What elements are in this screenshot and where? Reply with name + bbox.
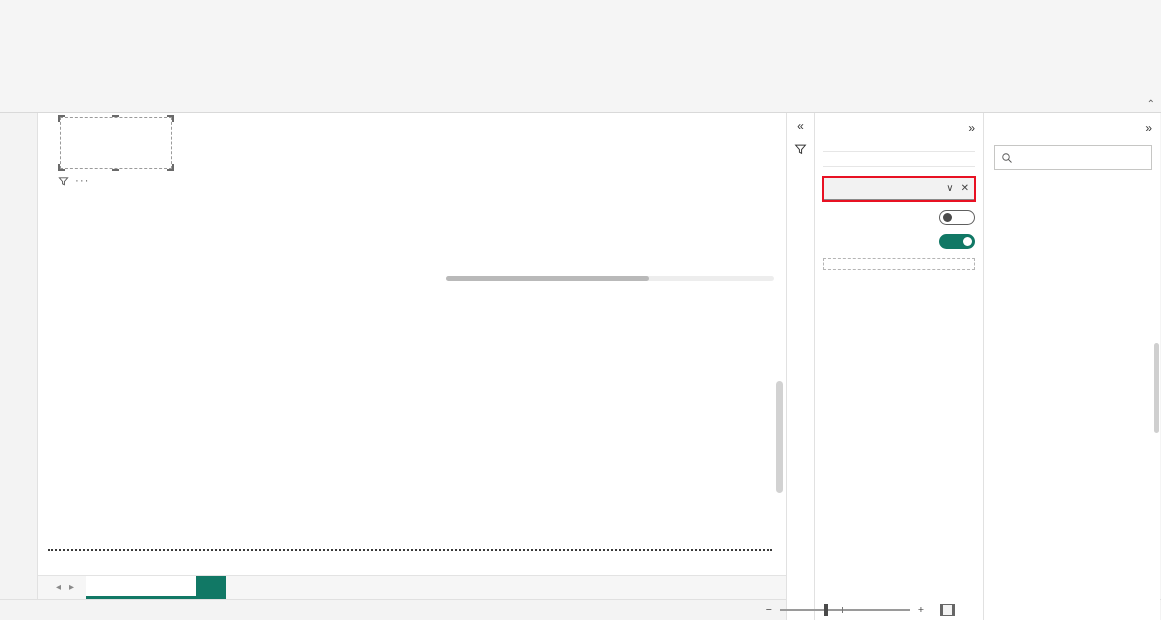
ribbon: ⌃ (0, 26, 1161, 113)
fit-to-page-icon[interactable] (940, 604, 955, 616)
zoom-in-button[interactable]: + (918, 604, 924, 616)
prev-page-arrow-icon[interactable]: ◂ (56, 582, 61, 593)
bar-chart-visual[interactable]: ··· (52, 175, 418, 363)
line-chart-visual[interactable] (420, 363, 778, 545)
card-visual[interactable] (60, 117, 172, 169)
collapse-data-pane-icon[interactable]: » (1145, 121, 1152, 135)
filter-funnel-icon[interactable] (58, 176, 69, 187)
visualizations-pane: » ∨ ✕ (815, 113, 984, 620)
remove-field-icon[interactable]: ✕ (961, 183, 969, 194)
page-tab-sales-overview[interactable] (86, 576, 196, 599)
expand-filters-icon[interactable]: « (797, 119, 804, 133)
page-bar: ◂ ▸ (38, 575, 786, 599)
zoom-out-button[interactable]: − (766, 604, 772, 616)
report-canvas[interactable]: ··· (38, 113, 786, 575)
search-icon (1001, 152, 1013, 164)
pie-chart-visual[interactable] (52, 365, 420, 545)
zoom-slider[interactable] (780, 609, 910, 611)
pie-plot[interactable] (144, 391, 272, 519)
new-page-button[interactable] (196, 576, 226, 599)
add-drill-through-fields-dropzone[interactable] (823, 258, 975, 270)
collapse-ribbon-icon[interactable]: ⌃ (1147, 99, 1155, 110)
data-pane-scrollbar[interactable] (1154, 343, 1159, 433)
ribbon-tabs (0, 0, 1161, 26)
canvas-scrollbar[interactable] (776, 381, 783, 493)
filters-pane-collapsed: « (786, 113, 815, 620)
keep-all-filters-toggle[interactable] (939, 234, 975, 249)
collapse-visualizations-icon[interactable]: » (968, 121, 975, 135)
data-search-box[interactable] (994, 145, 1152, 170)
column-chart-scrollbar[interactable] (446, 276, 774, 281)
view-switcher-sidebar (0, 113, 38, 599)
next-page-arrow-icon[interactable]: ▸ (69, 582, 74, 593)
cross-report-toggle[interactable] (939, 210, 975, 225)
chevron-down-icon[interactable]: ∨ (946, 183, 953, 194)
column-chart-visual[interactable] (420, 175, 774, 375)
data-pane: » (984, 113, 1160, 620)
search-input[interactable] (1019, 152, 1129, 164)
field-well-sum-of-stock[interactable]: ∨ ✕ (824, 178, 974, 200)
selection-dotted-border (48, 549, 772, 551)
more-options-icon[interactable]: ··· (75, 175, 90, 187)
filter-funnel-icon[interactable] (794, 143, 807, 156)
bar-x-axis-ticks (102, 195, 418, 207)
powerbi-window: ⌃ ··· (0, 0, 1161, 620)
